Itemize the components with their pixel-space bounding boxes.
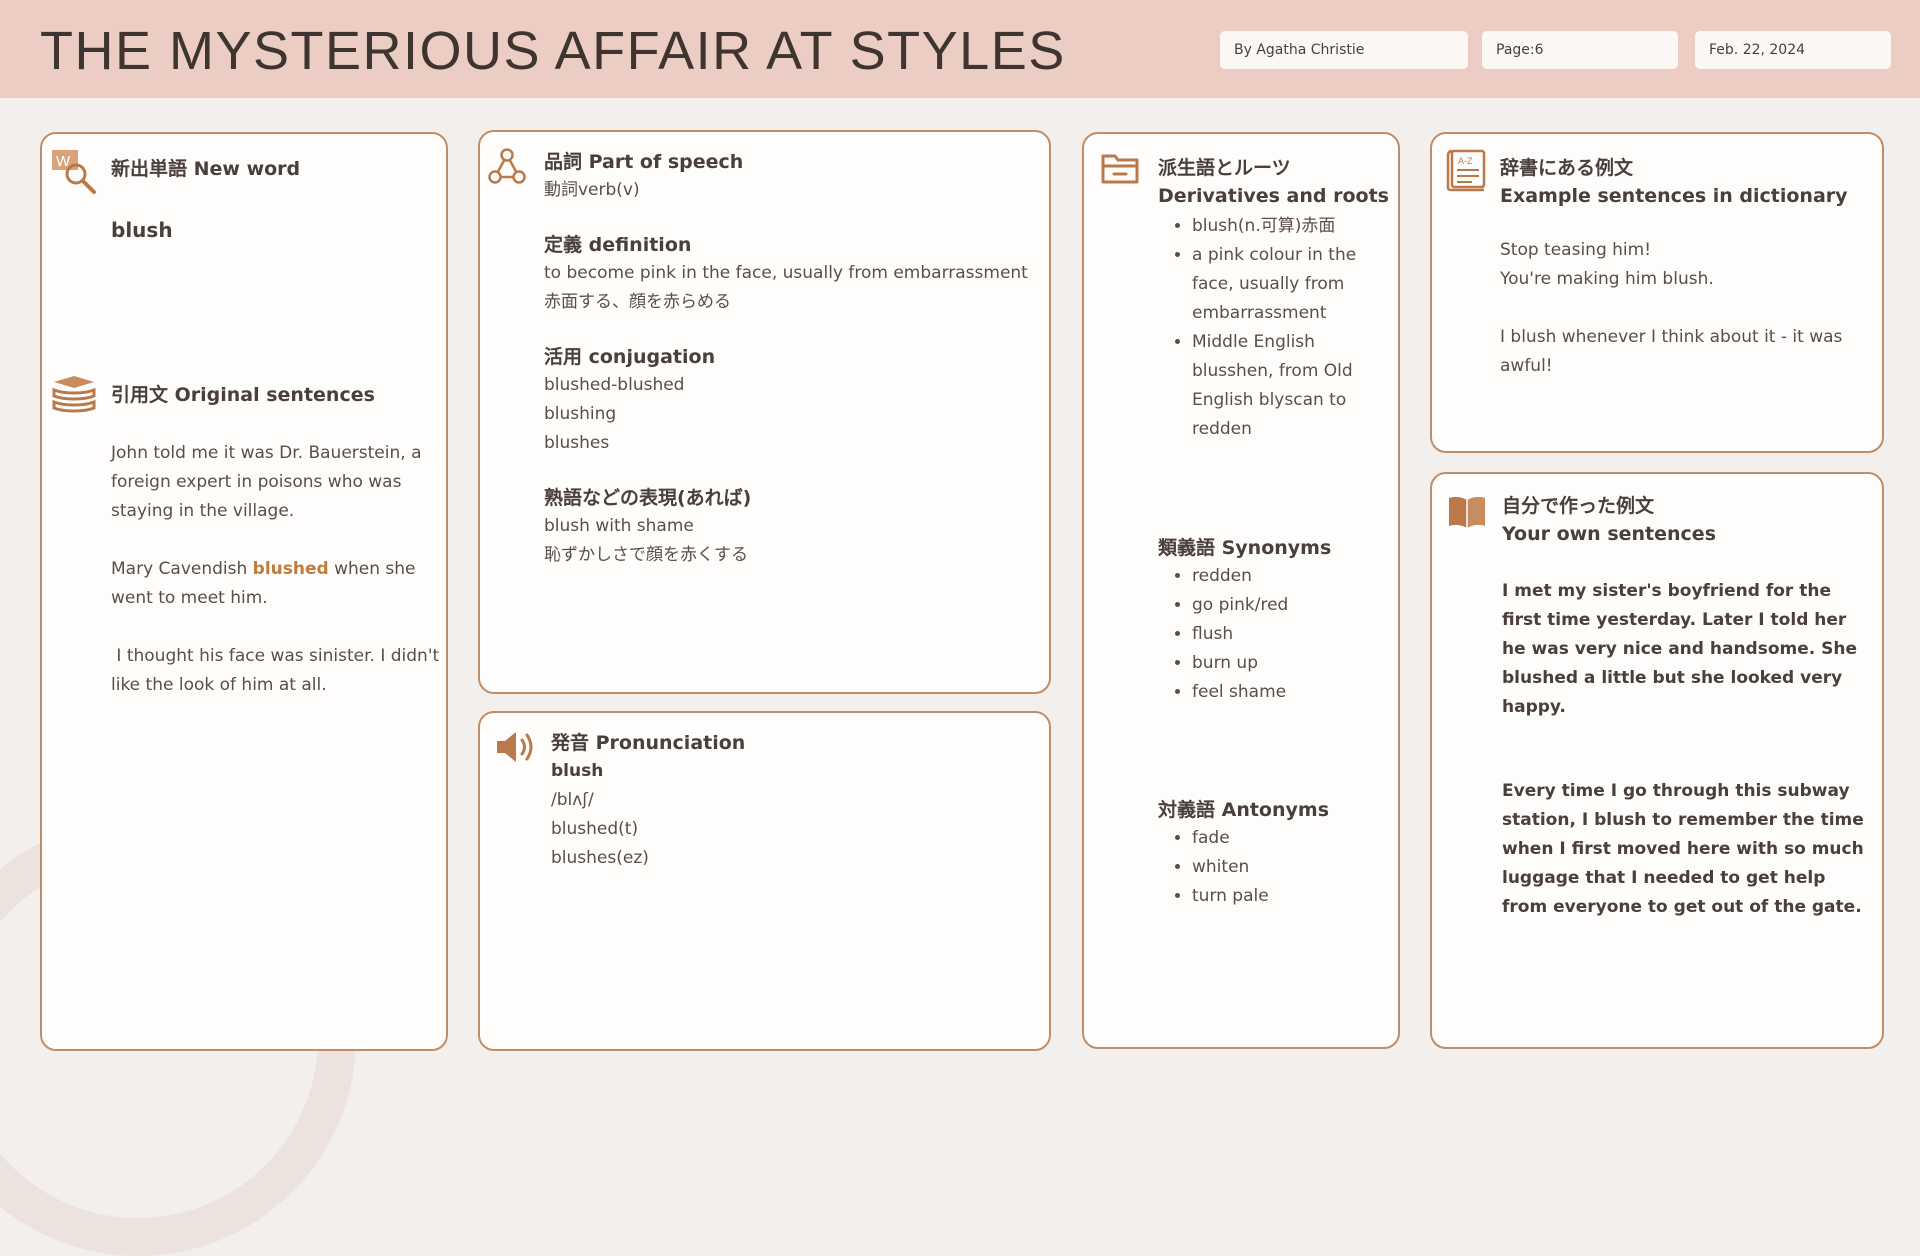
pronunciation-card: 発音 Pronunciation blush /blʌʃ/ blushed(t)… xyxy=(478,711,1051,1051)
pronunciation-content: 発音 Pronunciation blush /blʌʃ/ blushed(t)… xyxy=(551,729,1031,873)
open-book-icon xyxy=(1446,494,1488,530)
conjugation-item: blushed-blushed xyxy=(544,375,685,395)
conjugation-heading: 活用 conjugation xyxy=(544,346,716,368)
own-sentences-card: 自分で作った例文 Your own sentences I met my sis… xyxy=(1430,472,1884,1049)
new-word-value: blush xyxy=(111,218,173,242)
dictionary-content: 辞書にある例文 Example sentences in dictionary … xyxy=(1500,154,1870,381)
synonyms-heading: 類義語 Synonyms xyxy=(1158,537,1332,559)
own-sentences-content: 自分で作った例文 Your own sentences I met my sis… xyxy=(1502,492,1872,922)
pronunciation-word: blush xyxy=(551,761,604,781)
derivative-item: a pink colour in the face, usually from … xyxy=(1192,241,1394,328)
folder-icon xyxy=(1100,148,1140,188)
pronunciation-ipa: /blʌʃ/ xyxy=(551,790,594,810)
original-sentence-2-start: Mary Cavendish xyxy=(111,559,253,579)
own-heading-en: Your own sentences xyxy=(1502,523,1717,545)
synonym-item: burn up xyxy=(1192,649,1394,678)
page-field: Page:6 xyxy=(1482,31,1678,69)
derivatives-list: blush(n.可算)赤面 a pink colour in the face,… xyxy=(1158,212,1394,444)
original-heading: 引用文 Original sentences xyxy=(111,384,375,406)
synonyms-section: 類義語 Synonyms redden go pink/red flush bu… xyxy=(1158,534,1394,707)
part-of-speech-card: 品詞 Part of speech 動詞verb(v) 定義 definitio… xyxy=(478,130,1051,694)
pronunciation-heading: 発音 Pronunciation xyxy=(551,732,746,754)
magnifier-w-icon: W xyxy=(50,148,98,196)
derivatives-heading-en: Derivatives and roots xyxy=(1158,185,1389,207)
dictionary-heading-en: Example sentences in dictionary xyxy=(1500,185,1848,207)
original-sentence-3: I thought his face was sinister. I didn'… xyxy=(111,646,445,695)
idiom-heading: 熟語などの表現(あれば) xyxy=(544,487,752,509)
date-field: Feb. 22, 2024 xyxy=(1695,31,1891,69)
antonym-item: turn pale xyxy=(1192,882,1394,911)
antonyms-section: 対義語 Antonyms fade whiten turn pale xyxy=(1158,796,1394,911)
pronunciation-form: blushes(ez) xyxy=(551,848,649,868)
antonyms-heading: 対義語 Antonyms xyxy=(1158,799,1330,821)
header-bar: THE MYSTERIOUS AFFAIR AT STYLES By Agath… xyxy=(0,0,1920,98)
derivatives-content: 派生語とルーツ Derivatives and roots blush(n.可算… xyxy=(1158,154,1394,444)
part-of-speech-content: 品詞 Part of speech 動詞verb(v) 定義 definitio… xyxy=(544,148,1044,570)
author-field: By Agatha Christie xyxy=(1220,31,1468,69)
original-sentence-2: Mary Cavendish blushed when she went to … xyxy=(111,555,441,613)
definition-japanese: 赤面する、顔を赤らめる xyxy=(544,292,731,312)
definition-heading: 定義 definition xyxy=(544,234,692,256)
nodes-icon xyxy=(486,146,528,188)
author-text: By Agatha Christie xyxy=(1234,42,1365,58)
definition-english: to become pink in the face, usually from… xyxy=(544,263,1028,283)
synonym-item: feel shame xyxy=(1192,678,1394,707)
dictionary-sentence: Stop teasing him! xyxy=(1500,240,1652,260)
antonym-item: whiten xyxy=(1192,853,1394,882)
synonyms-list: redden go pink/red flush burn up feel sh… xyxy=(1158,562,1394,707)
dictionary-sentence: I blush whenever I think about it - it w… xyxy=(1500,327,1843,376)
synonym-item: go pink/red xyxy=(1192,591,1394,620)
dictionary-az-icon: A-Z xyxy=(1446,148,1488,192)
idiom-item: blush with shame xyxy=(544,516,694,536)
synonym-item: flush xyxy=(1192,620,1394,649)
dictionary-card: A-Z 辞書にある例文 Example sentences in diction… xyxy=(1430,132,1884,453)
svg-text:A-Z: A-Z xyxy=(1458,156,1473,166)
synonym-item: redden xyxy=(1192,562,1394,591)
idiom-item: 恥ずかしさで顔を赤くする xyxy=(544,545,748,565)
part-of-speech-heading: 品詞 Part of speech xyxy=(544,151,744,173)
derivatives-heading-ja: 派生語とルーツ xyxy=(1158,157,1291,179)
own-sentence: I met my sister's boyfriend for the firs… xyxy=(1502,581,1858,717)
antonym-item: fade xyxy=(1192,824,1394,853)
derivative-item: blush(n.可算)赤面 xyxy=(1192,212,1394,241)
conjugation-item: blushing xyxy=(544,404,617,424)
books-icon xyxy=(50,374,98,416)
derivatives-card: 派生語とルーツ Derivatives and roots blush(n.可算… xyxy=(1082,132,1400,1049)
date-text: Feb. 22, 2024 xyxy=(1709,42,1806,58)
own-heading-ja: 自分で作った例文 xyxy=(1502,495,1655,517)
dictionary-sentence: You're making him blush. xyxy=(1500,269,1714,289)
derivative-item: Middle English blusshen, from Old Englis… xyxy=(1192,328,1394,444)
pronunciation-form: blushed(t) xyxy=(551,819,639,839)
conjugation-item: blushes xyxy=(544,433,610,453)
own-sentence: Every time I go through this subway stat… xyxy=(1502,781,1864,917)
new-word-heading: 新出単語 New word xyxy=(111,158,301,180)
original-sentence-1: John told me it was Dr. Bauerstein, a fo… xyxy=(111,443,422,521)
speaker-icon[interactable] xyxy=(494,727,538,767)
antonyms-list: fade whiten turn pale xyxy=(1158,824,1394,911)
part-of-speech-value: 動詞verb(v) xyxy=(544,180,640,200)
new-word-card: W 新出単語 New word blush 引用文 Original sente… xyxy=(40,132,448,1051)
page-text: Page:6 xyxy=(1496,42,1544,58)
highlighted-word: blushed xyxy=(252,559,329,579)
page-title: THE MYSTERIOUS AFFAIR AT STYLES xyxy=(40,21,1066,81)
dictionary-heading-ja: 辞書にある例文 xyxy=(1500,157,1634,179)
